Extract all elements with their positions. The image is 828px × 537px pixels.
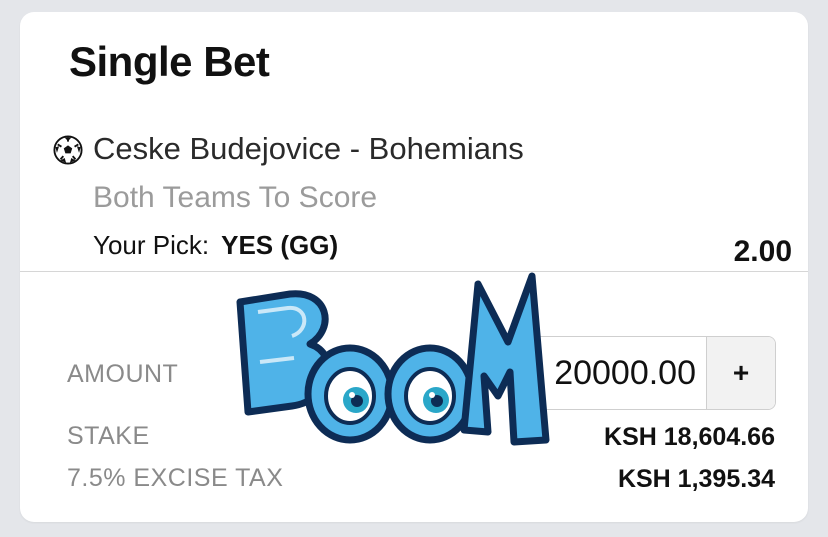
match-name: Ceske Budejovice - Bohemians <box>93 131 524 166</box>
increase-amount-button[interactable]: + <box>706 337 775 409</box>
market-name: Both Teams To Score <box>93 181 378 214</box>
odds-value: 2.00 <box>733 235 792 268</box>
soccer-ball-icon <box>53 135 83 165</box>
amount-label: AMOUNT <box>67 360 179 388</box>
boom-sticker <box>236 272 550 446</box>
amount-input-group: 20000.00 + <box>528 336 776 410</box>
pick-value: YES (GG) <box>221 230 339 260</box>
bet-slip-title: Single Bet <box>69 38 270 85</box>
amount-input[interactable]: 20000.00 <box>529 337 706 409</box>
selection-row: Your Pick: YES (GG) <box>93 230 338 261</box>
excise-tax-label: 7.5% EXCISE TAX <box>67 464 284 492</box>
pick-label: Your Pick: <box>93 230 210 260</box>
excise-tax-value: KSH 1,395.34 <box>617 465 775 493</box>
stake-value: KSH 18,604.66 <box>604 423 775 451</box>
stake-label: STAKE <box>67 422 150 450</box>
